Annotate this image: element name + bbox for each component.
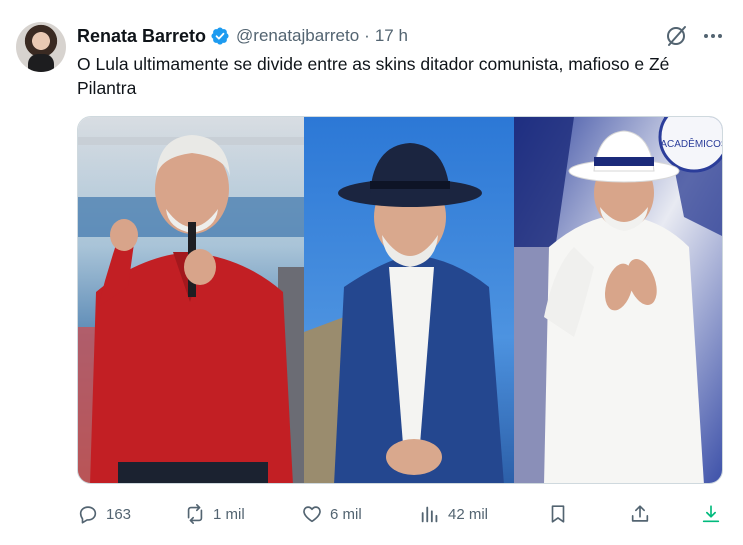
views-chart-icon [421,506,438,523]
avatar-shirt [28,54,54,72]
author-handle[interactable]: @renatajbarreto [236,26,359,46]
download-button[interactable] [700,500,722,528]
author-name[interactable]: Renata Barreto [77,26,206,47]
author-avatar[interactable] [16,22,66,72]
more-options-icon[interactable] [701,24,725,48]
reply-count: 163 [106,505,132,523]
tweet-timestamp[interactable]: 17 h [375,26,408,46]
heart-icon [303,506,321,523]
media-badge-text: ACADÊMICOS [660,137,723,150]
tweet-media[interactable]: ACADÊMICOS [77,116,723,484]
grok-icon[interactable] [665,24,689,48]
repost-button[interactable]: 1 mil [184,500,245,528]
repost-icon [187,504,203,524]
views-button[interactable]: 42 mil [419,500,488,528]
reply-button[interactable]: 163 [77,500,131,528]
download-icon [702,505,720,523]
like-button[interactable]: 6 mil [301,500,362,528]
tweet-text: O Lula ultimamente se divide entre as sk… [77,54,670,98]
reply-icon [79,506,97,524]
repost-count: 1 mil [213,505,245,523]
photo-red-shirt-microphone[interactable] [78,117,304,483]
bookmark-icon [551,505,565,523]
tweet-actions: 163 1 mil 6 mil 42 mil [0,500,743,528]
photo-white-hat-white-outfit[interactable]: ACADÊMICOS [514,117,723,483]
tweet-header: Renata Barreto @renatajbarreto · 17 h [77,24,408,48]
photo-dark-hat-blue-suit[interactable] [304,117,514,483]
bookmark-button[interactable] [547,500,569,528]
share-icon [631,505,649,522]
share-button[interactable] [629,500,651,528]
views-count: 42 mil [448,505,489,523]
header-separator: · [364,26,370,45]
verified-badge-icon [211,27,229,45]
tweet: Renata Barreto @renatajbarreto · 17 h O … [0,0,743,545]
like-count: 6 mil [330,505,362,523]
